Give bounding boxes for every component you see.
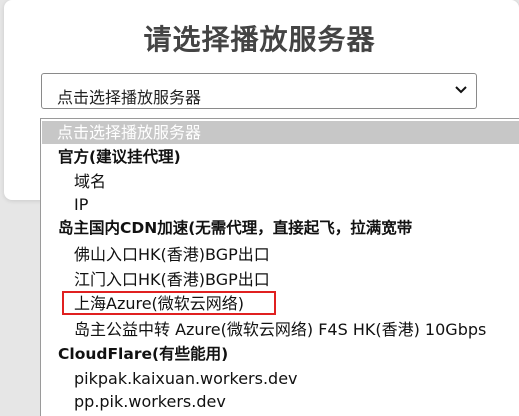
red-highlight-box bbox=[62, 291, 276, 315]
dropdown-option-placeholder[interactable]: 点击选择播放服务器 bbox=[42, 121, 519, 144]
dialog-title: 请选择播放服务器 bbox=[143, 23, 376, 56]
server-select[interactable]: 点击选择播放服务器 bbox=[41, 73, 477, 109]
server-dropdown-list: 点击选择播放服务器 官方(建议挂代理) 域名 IP 岛主国内CDN加速(无需代理… bbox=[40, 118, 519, 416]
chevron-down-icon bbox=[454, 82, 468, 100]
dropdown-option-pikpak-kaixuan[interactable]: pikpak.kaixuan.workers.dev bbox=[74, 367, 298, 390]
optgroup-official: 官方(建议挂代理) bbox=[58, 148, 181, 166]
dropdown-option-ip[interactable]: IP bbox=[74, 193, 88, 216]
dropdown-option-pp-pik[interactable]: pp.pik.workers.dev bbox=[74, 390, 226, 413]
dropdown-option-jiangmen[interactable]: 江门入口HK(香港)BGP出口 bbox=[74, 268, 270, 291]
dropdown-option-relay-azure-hk[interactable]: 岛主公益中转 Azure(微软云网络) F4S HK(香港) 10Gbps bbox=[74, 318, 486, 341]
dropdown-option-domain[interactable]: 域名 bbox=[74, 170, 106, 193]
dropdown-option-foshan[interactable]: 佛山入口HK(香港)BGP出口 bbox=[74, 243, 270, 266]
optgroup-cloudflare: CloudFlare(有些能用) bbox=[58, 345, 229, 363]
optgroup-domestic-cdn: 岛主国内CDN加速(无需代理，直接起飞，拉满宽带 bbox=[58, 219, 413, 237]
server-select-value: 点击选择播放服务器 bbox=[57, 88, 202, 107]
